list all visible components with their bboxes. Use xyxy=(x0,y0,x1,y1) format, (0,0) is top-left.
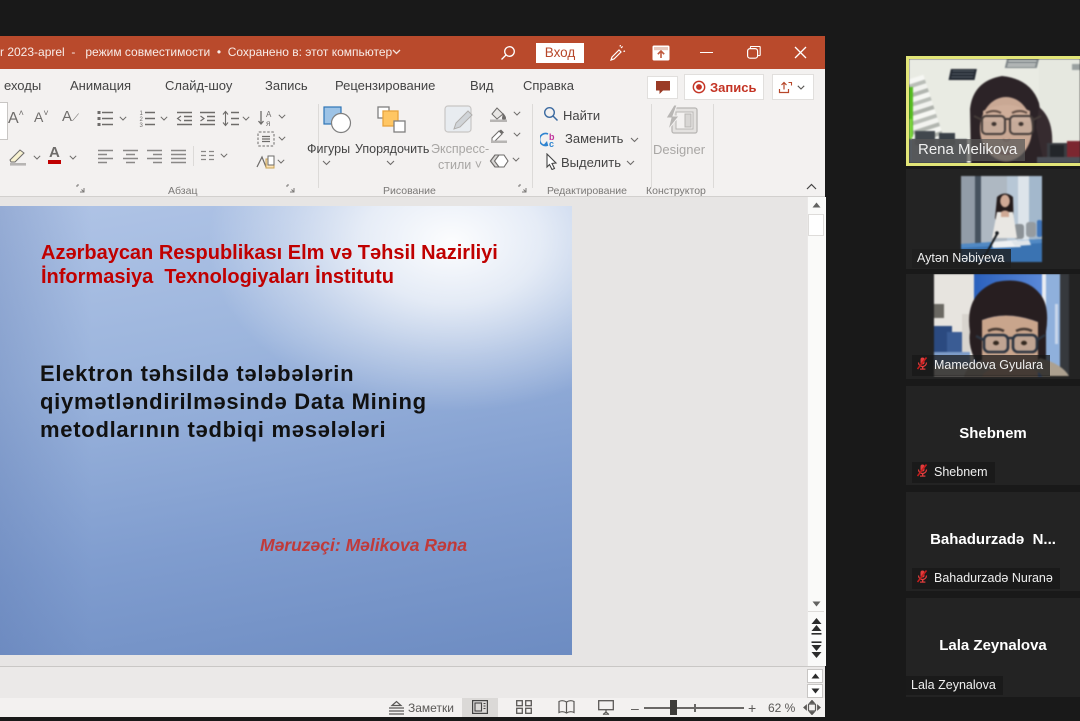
svg-text:3: 3 xyxy=(140,123,144,127)
svg-text:А: А xyxy=(266,110,272,119)
svg-text:c: c xyxy=(549,139,554,148)
svg-text:я: я xyxy=(266,119,270,127)
